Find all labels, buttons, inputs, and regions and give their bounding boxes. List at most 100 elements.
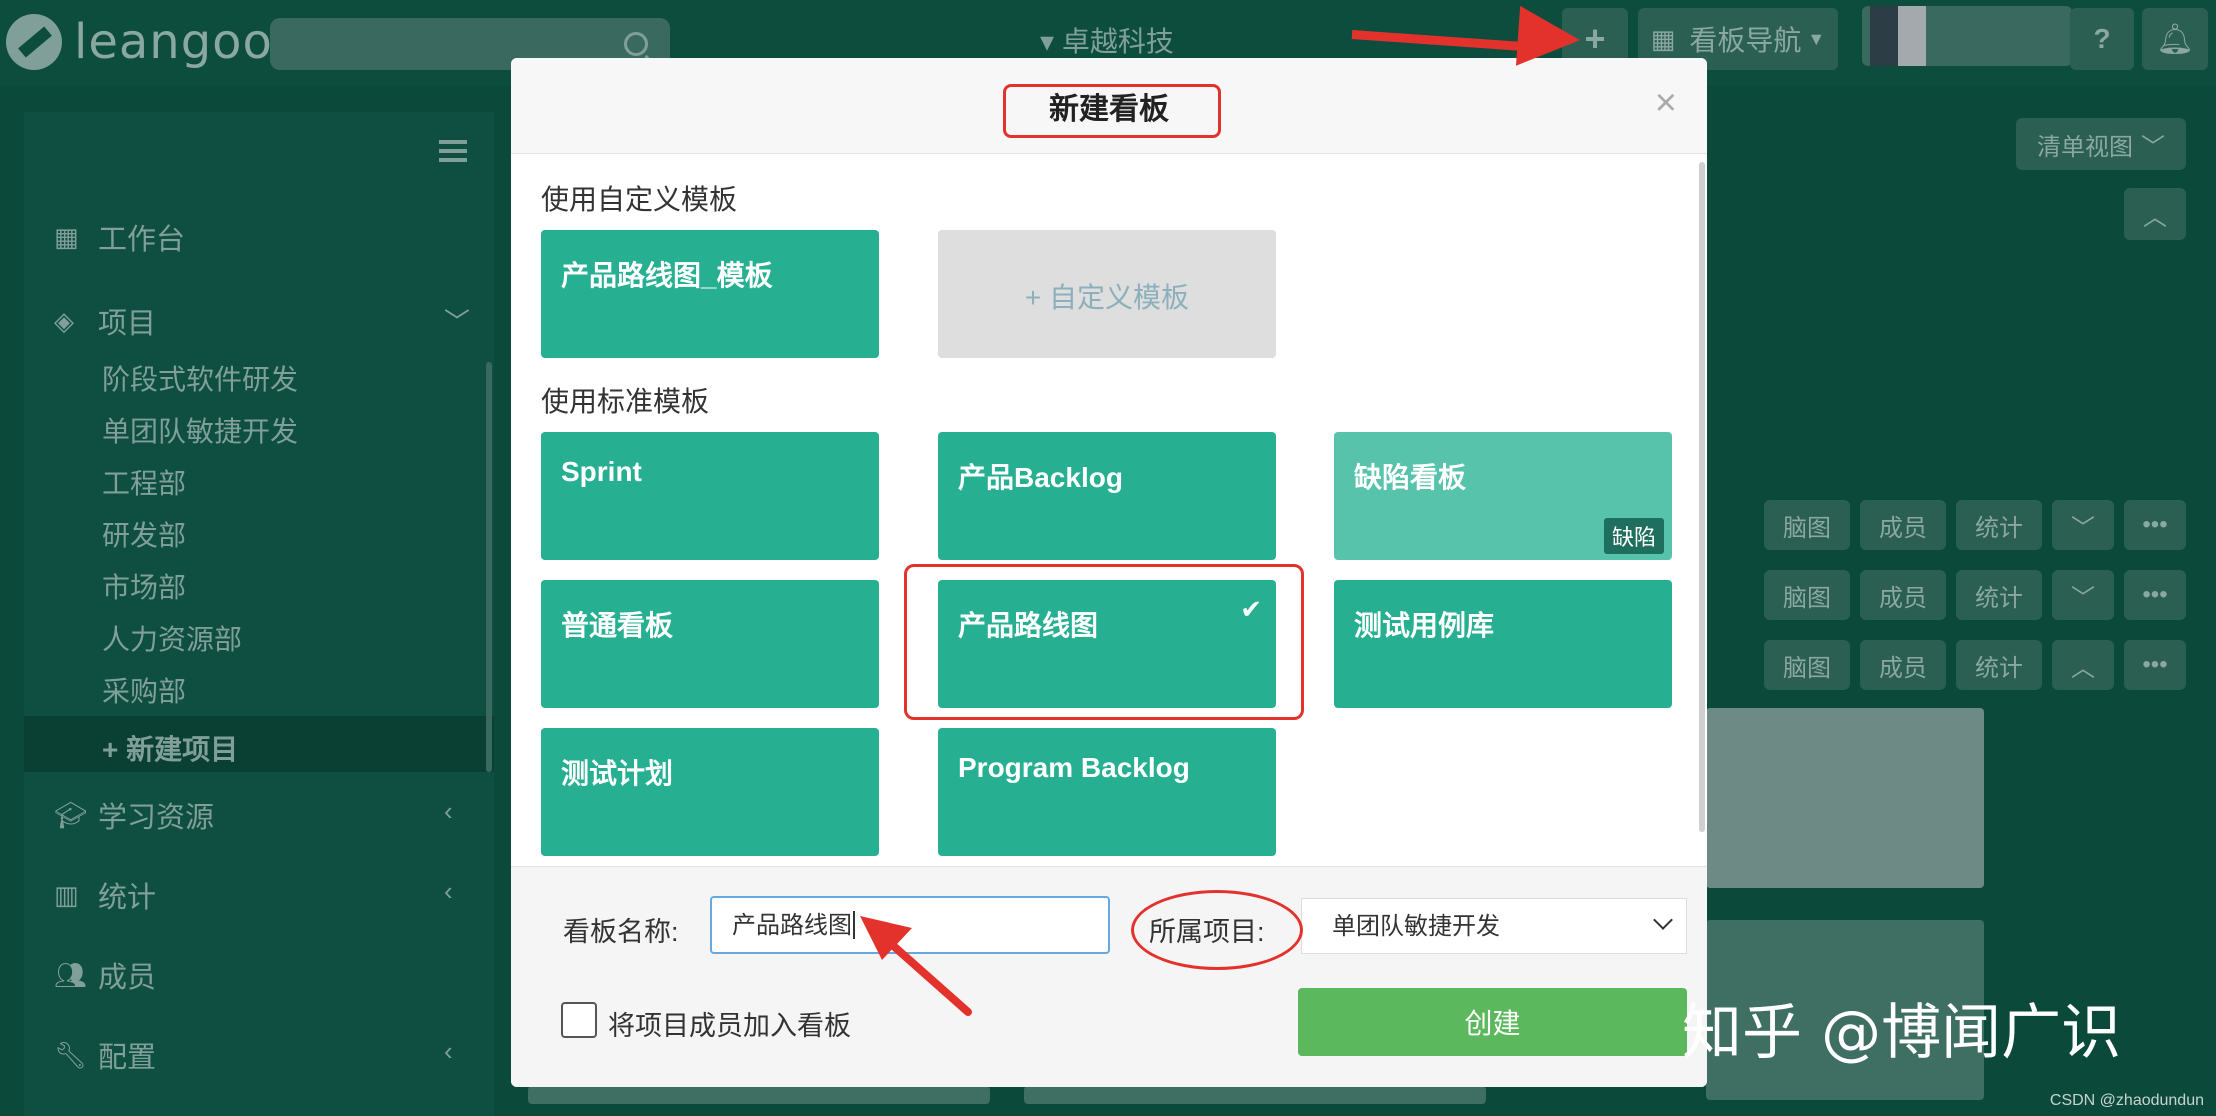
sidebar-project-item[interactable]: 研发部	[102, 514, 186, 554]
expand-button[interactable]: ﹀	[2052, 570, 2114, 620]
search-icon	[624, 32, 648, 56]
expand-button[interactable]: ﹀	[2052, 500, 2114, 550]
help-button[interactable]: ?	[2070, 8, 2134, 70]
sidebar-item-stats[interactable]: ▥ 统计	[54, 874, 156, 916]
template-label: Sprint	[561, 456, 642, 487]
custom-template-heading: 使用自定义模板	[541, 184, 738, 215]
avatar[interactable]	[1862, 6, 2072, 66]
more-icon: •••	[2142, 581, 2168, 608]
wrench-icon: 🔧︎	[54, 1040, 88, 1070]
template-defect-board[interactable]: 缺陷看板 缺陷	[1334, 432, 1672, 560]
sidebar-item-label: 工作台	[98, 224, 186, 256]
more-icon: •••	[2142, 651, 2168, 678]
more-button[interactable]: •••	[2124, 570, 2186, 620]
more-button[interactable]: •••	[2124, 640, 2186, 690]
stats-label: 统计	[1975, 584, 2023, 612]
chevron-down-icon: ﹀	[2071, 584, 2095, 612]
chevron-down-icon: ﹀	[2071, 514, 2095, 542]
chevron-left-icon[interactable]: ‹	[444, 1036, 453, 1067]
sidebar-item-label: 学习资源	[98, 802, 215, 834]
logo[interactable]: leangoo	[6, 14, 273, 70]
template-test-plan[interactable]: 测试计划	[541, 728, 879, 856]
grid-icon: ▦	[54, 222, 79, 252]
mindmap-button[interactable]: 脑图	[1764, 640, 1850, 690]
template-product-backlog[interactable]: 产品Backlog	[938, 432, 1276, 560]
chevron-left-icon[interactable]: ‹	[444, 876, 453, 907]
notifications-button[interactable]: 🔔︎	[2142, 8, 2208, 70]
stats-button[interactable]: 统计	[1956, 570, 2042, 620]
members-label: 成员	[1879, 654, 1927, 682]
mindmap-label: 脑图	[1783, 654, 1831, 682]
logo-icon	[6, 14, 62, 70]
create-label: 创建	[1464, 1008, 1521, 1039]
sidebar-item-label: 配置	[98, 1042, 157, 1074]
sidebar-project-item[interactable]: 采购部	[102, 670, 186, 710]
arrow-annotation-head	[1515, 5, 1583, 71]
stats-label: 统计	[1975, 654, 2023, 682]
sidebar-item-learning[interactable]: 🎓︎ 学习资源	[54, 794, 214, 836]
mindmap-button[interactable]: 脑图	[1764, 500, 1850, 550]
arrow-annotation	[860, 916, 972, 1016]
template-label: 缺陷看板	[1354, 462, 1467, 493]
list-view-label: 清单视图	[2037, 133, 2133, 161]
stats-button[interactable]: 统计	[1956, 500, 2042, 550]
board-nav-label: 看板导航	[1689, 25, 1802, 56]
dialog-scrollbar[interactable]	[1699, 162, 1705, 832]
sidebar-project-item[interactable]: 工程部	[102, 462, 186, 502]
chevron-down-icon[interactable]: ﹀	[444, 302, 470, 339]
bar-chart-icon: ▥	[54, 880, 79, 910]
members-label: 成员	[1879, 584, 1927, 612]
sidebar-project-item[interactable]: 阶段式软件研发	[102, 358, 298, 398]
chevron-down-icon	[1653, 910, 1673, 930]
bell-icon: 🔔︎	[2155, 22, 2195, 56]
sidebar-item-workspace[interactable]: ▦ 工作台	[54, 216, 185, 258]
scroll-up-button[interactable]: ︿	[2124, 188, 2186, 240]
add-custom-template-button[interactable]: + 自定义模板	[938, 230, 1276, 358]
template-sprint[interactable]: Sprint	[541, 432, 879, 560]
chevron-down-icon: ﹀	[2141, 133, 2165, 161]
more-icon: •••	[2142, 511, 2168, 538]
add-members-checkbox[interactable]	[561, 1002, 597, 1038]
project-select-value: 单团队敏捷开发	[1332, 912, 1500, 940]
more-button[interactable]: •••	[2124, 500, 2186, 550]
new-project-label: + 新建项目	[102, 734, 239, 765]
help-label: ?	[2093, 23, 2111, 54]
sidebar: ▦ 工作台 ◈ 项目 ﹀ 阶段式软件研发 单团队敏捷开发 工程部 研发部 市场部…	[24, 112, 494, 1116]
template-test-case-library[interactable]: 测试用例库	[1334, 580, 1672, 708]
plus-icon: +	[1584, 18, 1606, 59]
new-project-button[interactable]: + 新建项目	[24, 716, 494, 772]
sidebar-item-label: 成员	[98, 962, 157, 994]
sidebar-item-members[interactable]: 👥︎ 成员	[54, 954, 156, 996]
sidebar-project-item[interactable]: 单团队敏捷开发	[102, 410, 298, 450]
sidebar-scrollbar[interactable]	[486, 362, 492, 772]
layers-icon: ◈	[54, 306, 74, 336]
collapse-button[interactable]: ︿	[2052, 640, 2114, 690]
template-program-backlog[interactable]: Program Backlog	[938, 728, 1276, 856]
members-button[interactable]: 成员	[1860, 640, 1946, 690]
stats-label: 统计	[1975, 514, 2023, 542]
add-custom-template-label: + 自定义模板	[1024, 282, 1190, 313]
close-icon[interactable]: ×	[1655, 84, 1677, 122]
title-highlight	[1003, 84, 1221, 138]
board-card[interactable]	[1706, 708, 1984, 888]
users-icon: 👥︎	[54, 960, 88, 990]
collapse-sidebar-icon[interactable]	[439, 140, 467, 162]
sidebar-project-item[interactable]: 市场部	[102, 566, 186, 606]
sidebar-project-item[interactable]: 人力资源部	[102, 618, 242, 658]
board-card[interactable]	[528, 1086, 990, 1104]
members-button[interactable]: 成员	[1860, 570, 1946, 620]
org-switcher[interactable]: ▾ 卓越科技	[1040, 20, 1174, 60]
mindmap-button[interactable]: 脑图	[1764, 570, 1850, 620]
members-button[interactable]: 成员	[1860, 500, 1946, 550]
stats-button[interactable]: 统计	[1956, 640, 2042, 690]
create-button[interactable]: 创建	[1298, 988, 1687, 1056]
board-card[interactable]	[1024, 1086, 1486, 1104]
chevron-left-icon[interactable]: ‹	[444, 796, 453, 827]
project-select[interactable]: 单团队敏捷开发	[1301, 898, 1687, 954]
mindmap-label: 脑图	[1783, 584, 1831, 612]
list-view-button[interactable]: 清单视图 ﹀	[2016, 118, 2186, 170]
template-normal-board[interactable]: 普通看板	[541, 580, 879, 708]
template-roadmap-custom[interactable]: 产品路线图_模板	[541, 230, 879, 358]
sidebar-item-projects[interactable]: ◈ 项目	[54, 300, 156, 342]
sidebar-item-config[interactable]: 🔧︎ 配置	[54, 1034, 156, 1076]
